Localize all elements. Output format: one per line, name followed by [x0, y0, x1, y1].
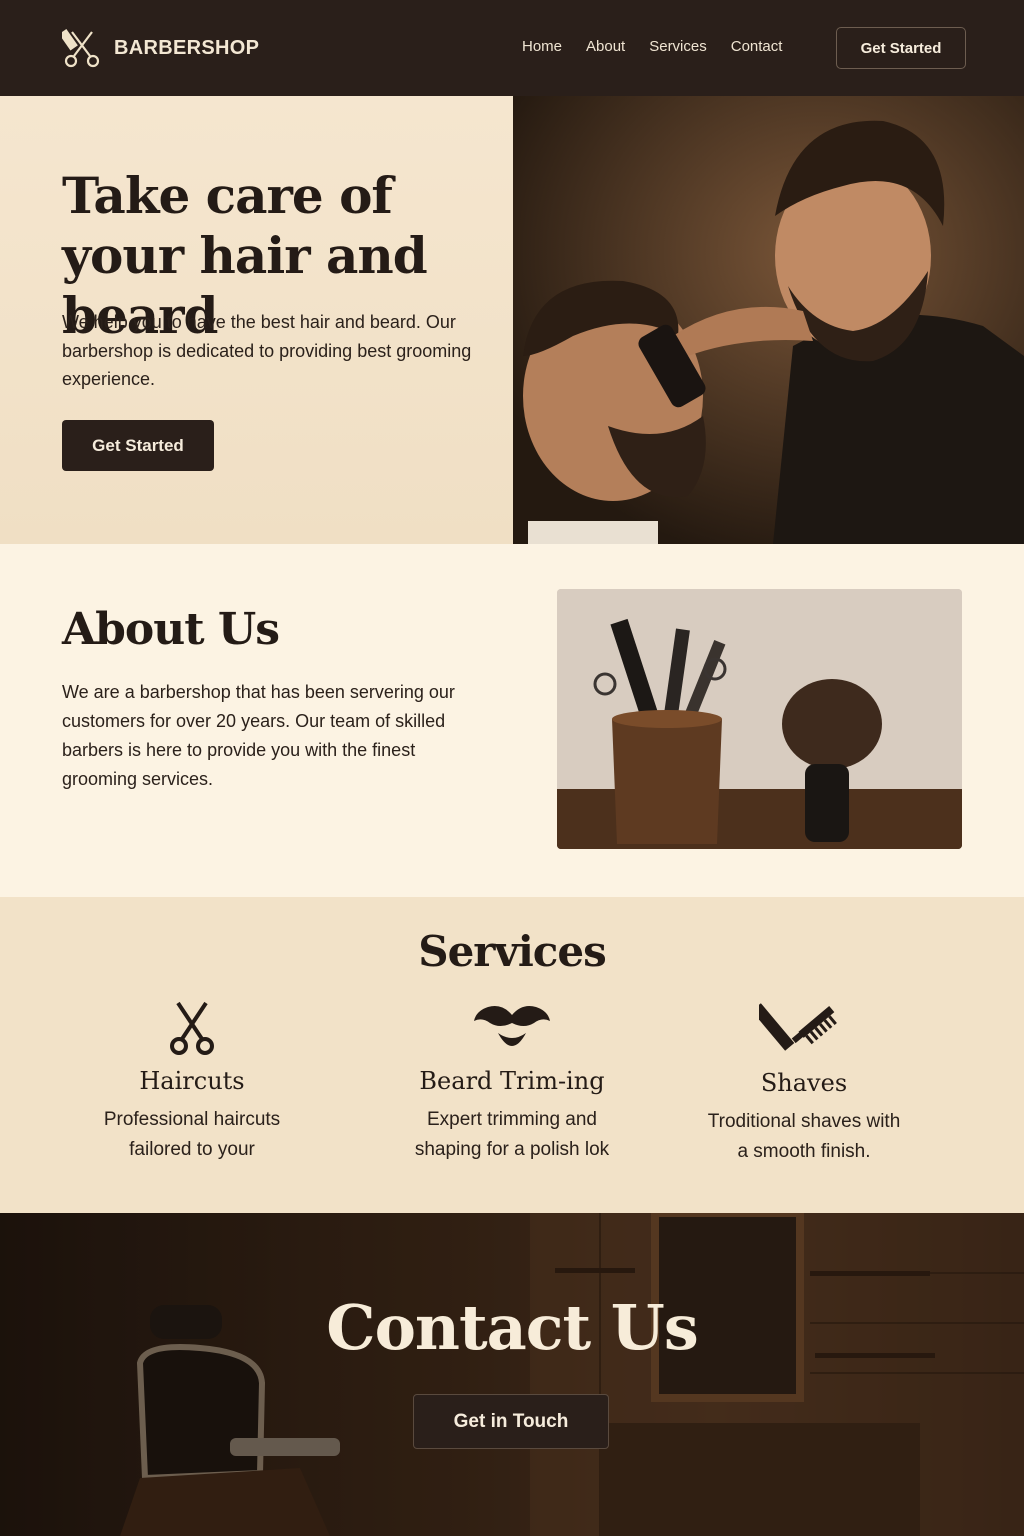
contact-title: Contact Us [326, 1291, 699, 1364]
service-name: Haircuts [139, 1067, 245, 1095]
barbershop-interior-photo-icon [0, 1213, 1024, 1536]
nav-links: Home About Services Contact [522, 38, 806, 55]
scissors-icon [170, 1001, 214, 1055]
service-description: Troditional shaves with a smooth finish. [707, 1111, 901, 1162]
about-section: About Us We are a barbershop that has be… [0, 544, 1024, 897]
about-description: We are a barbershop that has been server… [62, 682, 455, 789]
scissors-comb-logo-icon [62, 28, 100, 68]
brand-name: BARBERSHOP [114, 36, 260, 59]
hero-section: Take care of your hair and beard We help… [0, 96, 1024, 544]
barber-tools-photo-icon [557, 589, 962, 849]
service-card-beard-trimming[interactable]: Beard Trim-ing Expert trimming and shapi… [382, 997, 642, 1165]
hero-get-started-button[interactable]: Get Started [62, 420, 214, 471]
hero-description: We help you to have the best hair and be… [62, 312, 472, 389]
about-image [557, 589, 962, 849]
about-title: About Us [62, 604, 280, 655]
nav-link-contact[interactable]: Contact [731, 38, 783, 55]
razor-comb-icon [759, 1003, 837, 1051]
barber-photo-icon [513, 96, 1024, 544]
service-description: Professional haircuts failored to your [103, 1109, 281, 1160]
nav-link-about[interactable]: About [586, 38, 625, 55]
service-name: Shaves [760, 1069, 848, 1097]
hero-text-panel: Take care of your hair and beard We help… [0, 96, 513, 544]
mustache-icon [474, 1006, 550, 1046]
nav-link-home[interactable]: Home [522, 38, 562, 55]
services-section: Services Haircuts Professional haircuts … [0, 897, 1024, 1213]
hero-image [513, 96, 1024, 544]
service-name: Beard Trim-ing [419, 1067, 605, 1095]
contact-section: Contact Us Get in Touch [0, 1213, 1024, 1536]
brand-logo[interactable]: BARBERSHOP [62, 26, 259, 70]
services-title: Services [418, 927, 606, 976]
top-navbar: BARBERSHOP Home About Services Contact G… [0, 0, 1024, 96]
service-description: Expert trimming and shaping for a polish… [414, 1109, 610, 1160]
get-in-touch-button[interactable]: Get in Touch [413, 1394, 609, 1449]
service-card-haircuts[interactable]: Haircuts Professional haircuts failored … [62, 997, 322, 1165]
nav-get-started-button[interactable]: Get Started [836, 27, 966, 69]
service-card-shaves[interactable]: Shaves Troditional shaves with a smooth … [674, 997, 934, 1167]
nav-link-services[interactable]: Services [649, 38, 707, 55]
